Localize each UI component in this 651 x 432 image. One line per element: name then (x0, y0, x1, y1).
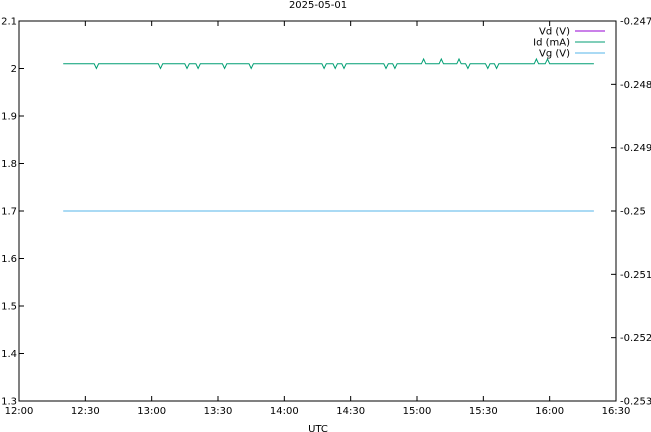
legend: Vd (V)Id (mA)Vg (V) (533, 27, 605, 60)
legend-label: Id (mA) (533, 38, 570, 49)
x-tick-label: 13:30 (204, 406, 233, 417)
x-tick-label: 15:00 (403, 406, 432, 417)
y2-tick-label: -0.247 (620, 17, 651, 28)
x-tick-label: 12:00 (5, 406, 34, 417)
x-axis-label: UTC (308, 424, 328, 432)
y-tick-label: 2 (11, 64, 17, 75)
legend-label: Vd (V) (539, 27, 570, 38)
chart: 2025-05-01 12:00 12:30 13:00 13:30 14:00 14:3… (1, 0, 651, 432)
x-tick-label: 12:30 (71, 406, 100, 417)
y2-tick-label: -0.253 (620, 397, 651, 408)
y-tick-label: 1.9 (1, 112, 17, 123)
y2-tick-label: -0.248 (620, 80, 651, 91)
y-tick-label: 1.5 (1, 302, 17, 313)
plot-lines (63, 57, 594, 212)
x-tick-label: 13:00 (137, 406, 166, 417)
y-tick-label: 1.3 (1, 397, 17, 408)
y-tick-label: 1.4 (1, 349, 17, 360)
x-tick-label: 14:30 (336, 406, 365, 417)
y2-tick-label: -0.25 (620, 207, 646, 218)
axis-ticks: 12:00 12:30 13:00 13:30 14:00 14:30 15:00 15:30… (1, 17, 651, 418)
y-tick-label: 1.8 (1, 159, 17, 170)
y-tick-label: 1.6 (1, 254, 17, 265)
chart-title: 2025-05-01 (289, 0, 347, 11)
legend-label: Vg (V) (539, 49, 570, 60)
x-tick-label: 15:30 (469, 406, 498, 417)
y-tick-label: 2.1 (1, 17, 17, 28)
series-line (63, 57, 594, 70)
y2-tick-label: -0.252 (620, 333, 651, 344)
y2-tick-label: -0.251 (620, 270, 651, 281)
y2-tick-label: -0.249 (620, 143, 651, 154)
x-tick-label: 16:30 (602, 406, 631, 417)
x-tick-label: 14:00 (270, 406, 299, 417)
y-tick-label: 1.7 (1, 207, 17, 218)
x-tick-label: 16:00 (535, 406, 564, 417)
